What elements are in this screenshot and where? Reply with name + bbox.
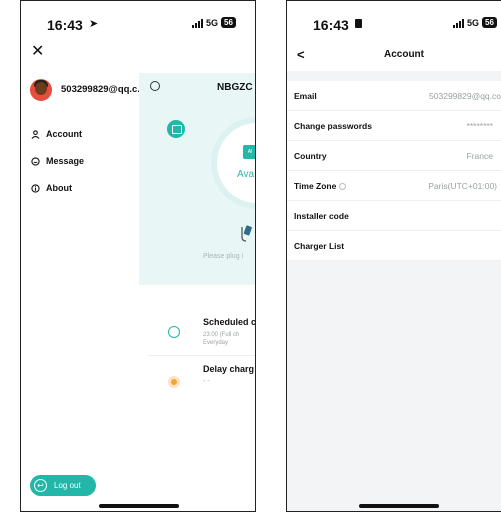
battery-icon: 56	[482, 17, 497, 28]
user-icon	[31, 129, 40, 139]
home-indicator	[359, 504, 439, 508]
delay-icon	[168, 376, 180, 388]
logout-label: Log out	[54, 481, 81, 490]
time-zone-row[interactable]: Time Zone Paris(UTC+01:00)	[287, 171, 501, 201]
charger-status-text: Ava	[237, 169, 255, 180]
background-app-panel: NBGZC Al Ava Please plug i Scheduled c 2…	[139, 73, 255, 511]
battery-icon: 56	[221, 17, 236, 28]
screen-record-icon	[355, 19, 362, 28]
country-row[interactable]: Country France	[287, 141, 501, 171]
charger-status-area: NBGZC Al Ava Please plug i	[139, 73, 255, 285]
status-bar: 16:43 ➤ 5G 56	[21, 1, 255, 41]
right-phone-screen: 16:43 5G 56 < Account Email 503299829@qq…	[286, 0, 501, 512]
row-label: Time Zone	[294, 181, 347, 191]
logout-button[interactable]: ↩ Log out	[30, 475, 96, 496]
profile-icon[interactable]	[150, 81, 160, 91]
charger-list-row[interactable]: Charger List	[287, 231, 501, 261]
menu-item-label: Account	[46, 129, 82, 139]
time-zone-value: Paris(UTC+01:00)	[428, 181, 497, 191]
network-type: 5G	[206, 17, 219, 28]
charger-card-icon[interactable]	[167, 120, 185, 138]
status-ring	[217, 123, 255, 203]
avatar[interactable]	[30, 79, 52, 101]
home-indicator	[99, 504, 179, 508]
menu-item-label: About	[46, 183, 72, 193]
divider	[147, 355, 255, 356]
status-bar: 16:43 5G 56	[287, 1, 501, 41]
menu-item-account[interactable]: Account	[31, 129, 82, 139]
row-label: Email	[294, 91, 317, 101]
status-time: 16:43	[313, 17, 349, 33]
time-zone-label: Time Zone	[294, 181, 337, 191]
change-password-row[interactable]: Change passwords ********	[287, 111, 501, 141]
menu-item-about[interactable]: About	[31, 183, 72, 193]
installer-code-row[interactable]: Installer code	[287, 201, 501, 231]
nav-bar: < Account	[287, 41, 501, 71]
row-label: Charger List	[294, 241, 345, 251]
logout-icon: ↩	[34, 479, 47, 492]
password-mask: ********	[466, 121, 493, 131]
location-arrow-icon: ➤	[89, 18, 99, 30]
network-type: 5G	[467, 17, 480, 28]
account-field-list: Email 503299829@qq.co Change passwords *…	[287, 81, 501, 261]
left-phone-screen: 16:43 ➤ 5G 56 ✕ 503299829@qq.c... Accoun…	[20, 0, 256, 512]
user-email: 503299829@qq.c...	[61, 84, 146, 95]
page-title: Account	[384, 49, 424, 60]
clock-icon	[168, 326, 180, 338]
message-icon	[31, 156, 40, 166]
signal-icon	[192, 18, 203, 28]
plug-icon	[241, 225, 252, 242]
charger-name: NBGZC	[217, 82, 253, 93]
scheduled-time: 23:00 (Full ch	[203, 332, 240, 338]
email-row: Email 503299829@qq.co	[287, 81, 501, 111]
scheduled-title[interactable]: Scheduled c	[203, 317, 255, 327]
row-label: Change passwords	[294, 121, 372, 131]
email-value: 503299829@qq.co	[429, 91, 501, 101]
country-value: France	[466, 151, 493, 161]
info-icon[interactable]	[339, 183, 347, 190]
info-icon	[31, 183, 40, 193]
status-badge: Al	[243, 145, 255, 159]
menu-item-label: Message	[46, 156, 85, 166]
status-time: 16:43	[47, 17, 83, 33]
close-icon[interactable]: ✕	[31, 41, 44, 61]
delay-subtitle: - -	[203, 378, 210, 385]
scheduled-repeat: Everyday	[203, 340, 229, 346]
row-label: Country	[294, 151, 327, 161]
delay-title[interactable]: Delay charg	[203, 364, 254, 374]
back-button[interactable]: <	[297, 47, 305, 62]
row-label: Installer code	[294, 211, 349, 221]
scheduled-subtitle: 23:00 (Full ch Everyday	[203, 331, 239, 347]
signal-icon	[453, 18, 464, 28]
plug-hint: Please plug i	[203, 253, 244, 260]
menu-item-message[interactable]: Message	[31, 156, 84, 166]
